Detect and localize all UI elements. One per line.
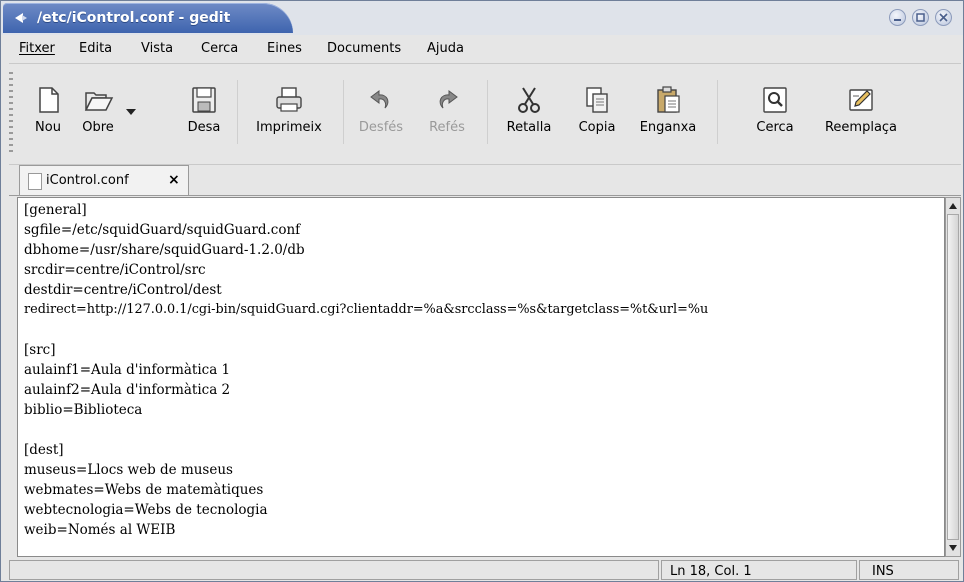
paste-button[interactable]: Enganxa: [629, 72, 707, 156]
menu-ajuda-label: Ajuda: [427, 41, 464, 56]
printer-icon: [276, 87, 302, 112]
scrollbar-thumb[interactable]: [947, 214, 959, 540]
find-label: Cerca: [756, 120, 794, 135]
open-recent-dropdown-icon[interactable]: [125, 108, 137, 116]
print-label: Imprimeix: [256, 120, 322, 135]
copy-icon: [586, 87, 608, 113]
new-document-icon: [39, 87, 59, 113]
text-editor[interactable]: [general] sgfile=/etc/squidGuard/squidGu…: [17, 197, 945, 557]
text-file-icon: [28, 173, 42, 190]
menu-vista[interactable]: Vista: [141, 41, 173, 56]
editor-line: destdir=centre/iControl/dest: [24, 282, 222, 298]
toolbar-grip[interactable]: [9, 72, 13, 156]
editor-line: webmates=Webs de matemàtiques: [24, 482, 264, 498]
menu-documents[interactable]: Documents: [327, 41, 401, 56]
copy-button[interactable]: Copia: [569, 72, 625, 156]
menu-cerca[interactable]: Cerca: [201, 41, 238, 56]
paste-clipboard-icon: [657, 86, 680, 113]
editor-line: [general]: [24, 202, 87, 218]
save-button[interactable]: Desa: [181, 72, 227, 156]
paste-label: Enganxa: [639, 120, 697, 135]
new-label: Nou: [35, 120, 61, 135]
tab-label: iControl.conf: [46, 173, 129, 188]
menu-fitxer[interactable]: Fitxer: [19, 41, 55, 56]
menu-vista-label: Vista: [141, 41, 174, 56]
menu-edita[interactable]: Edita: [79, 41, 112, 56]
editor-line: sgfile=/etc/squidGuard/squidGuard.conf: [24, 222, 301, 238]
minimize-icon[interactable]: [889, 9, 906, 26]
editor-line: museus=Llocs web de museus: [24, 462, 233, 478]
cursor-position-panel: Ln 18, Col. 1: [661, 560, 857, 580]
menu-documents-label: Documents: [327, 41, 402, 56]
menu-fitxer-label: Fitxer: [19, 41, 55, 56]
undo-label: Desfés: [358, 120, 404, 135]
editor-line: srcdir=centre/iControl/src: [24, 262, 206, 278]
open-button[interactable]: Obre: [75, 72, 121, 156]
editor-line: aulainf1=Aula d'informàtica 1: [24, 362, 231, 378]
cut-label: Retalla: [506, 120, 552, 135]
editor-line: weib=Només al WEIB: [24, 522, 176, 538]
gedit-window: /etc/iControl.conf - gedit Fitxer Edita …: [0, 0, 964, 582]
editor-line: [src]: [24, 342, 56, 358]
maximize-icon[interactable]: [912, 9, 929, 26]
editor-line: webtecnologia=Webs de tecnologia: [24, 502, 268, 518]
title-bar[interactable]: /etc/iControl.conf - gedit: [1, 1, 963, 35]
scissors-icon: [518, 87, 540, 113]
menu-eines-label: Eines: [267, 41, 302, 56]
window-menu-icon[interactable]: [13, 10, 29, 26]
replace-pencil-icon: [849, 89, 873, 111]
title-tab: /etc/iControl.conf - gedit: [3, 3, 293, 33]
print-button[interactable]: Imprimeix: [249, 72, 329, 156]
insert-mode: INS: [872, 564, 894, 579]
toolbar-separator: [717, 80, 718, 144]
find-button[interactable]: Cerca: [747, 72, 803, 156]
redo-label: Refés: [429, 120, 465, 135]
status-bar: Ln 18, Col. 1 INS: [9, 558, 961, 582]
undo-button[interactable]: Desfés: [353, 72, 409, 156]
menu-ajuda[interactable]: Ajuda: [427, 41, 464, 56]
editor-line: [dest]: [24, 442, 64, 458]
window-title: /etc/iControl.conf - gedit: [37, 10, 231, 26]
scroll-down-arrow-icon[interactable]: [948, 543, 958, 553]
save-label: Desa: [187, 120, 221, 135]
redo-arrow-icon: [439, 90, 458, 109]
document-tabs: iControl.conf ×: [9, 165, 961, 196]
redo-button[interactable]: Refés: [419, 72, 475, 156]
menu-bar: Fitxer Edita Vista Cerca Eines Documents…: [9, 37, 959, 61]
cursor-position: Ln 18, Col. 1: [670, 564, 752, 579]
editor-line: dbhome=/usr/share/squidGuard-1.2.0/db: [24, 242, 305, 258]
toolbar: Nou Obre Desa Imprimeix Desfés Refés Ret…: [9, 63, 961, 165]
scroll-up-arrow-icon[interactable]: [948, 201, 958, 211]
menu-edita-label: Edita: [79, 41, 113, 56]
copy-label: Copia: [578, 120, 616, 135]
status-message-area: [9, 560, 659, 580]
insert-mode-panel: INS: [859, 560, 959, 580]
replace-button[interactable]: Reemplaça: [813, 72, 909, 156]
toolbar-separator: [487, 80, 488, 144]
open-label: Obre: [82, 120, 114, 135]
editor-line: biblio=Biblioteca: [24, 402, 143, 418]
menu-eines[interactable]: Eines: [267, 41, 302, 56]
close-icon[interactable]: [935, 9, 952, 26]
undo-arrow-icon: [370, 90, 389, 109]
toolbar-separator: [343, 80, 344, 144]
find-magnifier-icon: [763, 87, 787, 113]
new-button[interactable]: Nou: [25, 72, 71, 156]
editor-line: redirect=http://127.0.0.1/cgi-bin/squidG…: [24, 302, 709, 317]
editor-line: aulainf2=Aula d'informàtica 2: [24, 382, 231, 398]
open-folder-icon: [84, 92, 114, 111]
menu-cerca-label: Cerca: [201, 41, 239, 56]
cut-button[interactable]: Retalla: [499, 72, 559, 156]
toolbar-separator: [237, 80, 238, 144]
tab-icontrol-conf[interactable]: iControl.conf ×: [19, 165, 189, 195]
tab-close-icon[interactable]: ×: [168, 172, 180, 188]
save-floppy-icon: [192, 87, 216, 113]
vertical-scrollbar[interactable]: [945, 197, 961, 557]
replace-label: Reemplaça: [824, 120, 898, 135]
